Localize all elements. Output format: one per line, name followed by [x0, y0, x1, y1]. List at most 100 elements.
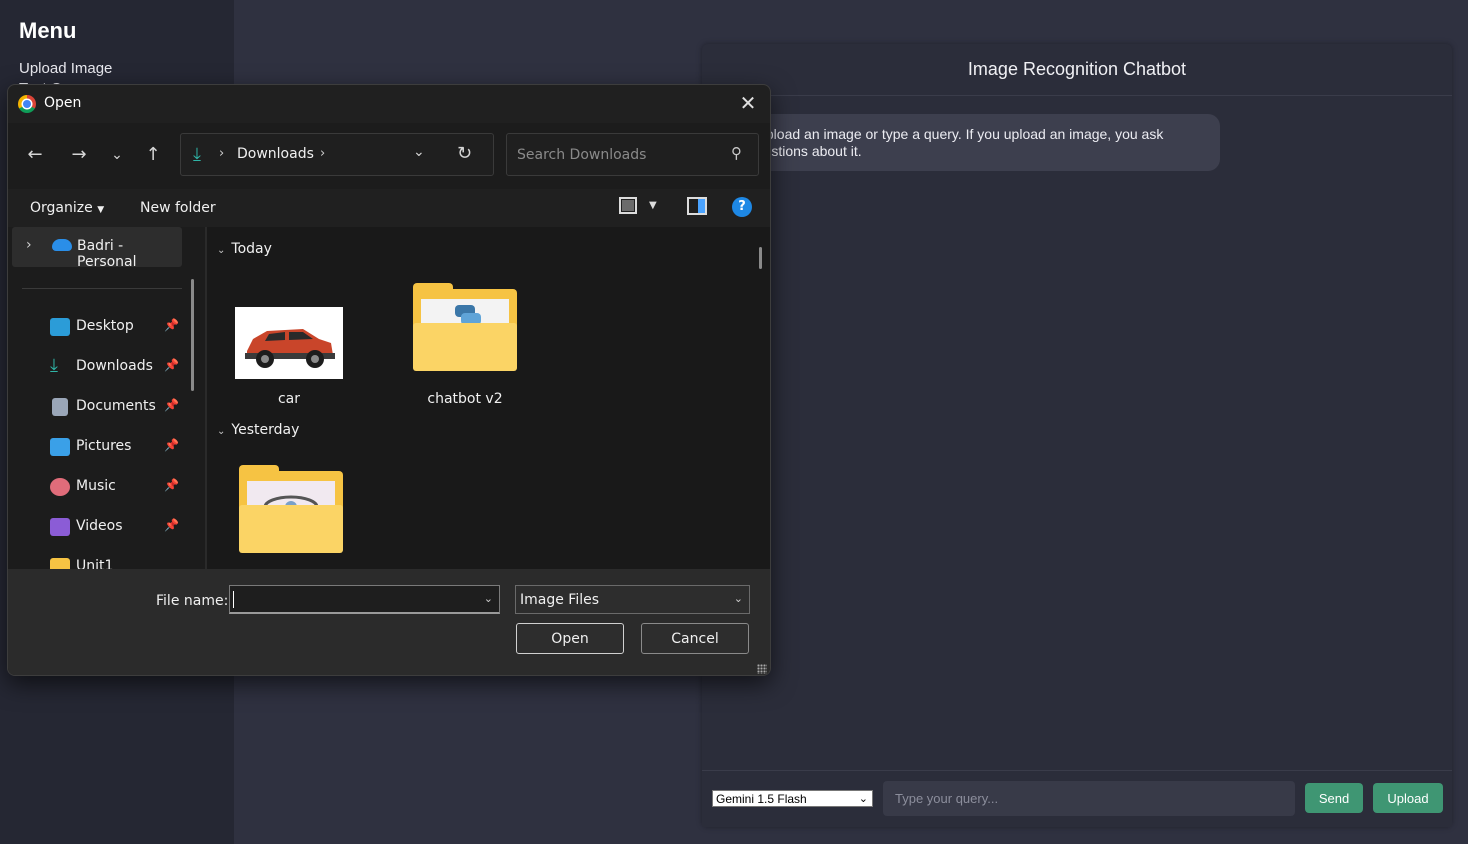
breadcrumb-separator-icon: › [219, 146, 225, 161]
group-today-label: Today [231, 241, 272, 257]
search-placeholder: Search Downloads [517, 147, 647, 163]
file-type-value: Image Files [520, 592, 600, 608]
model-select-value: Gemini 1.5 Flash [716, 791, 807, 806]
car-image [235, 307, 343, 379]
upload-button[interactable]: Upload [1373, 783, 1443, 813]
pin-icon: 📌 [164, 478, 179, 492]
folder-front [239, 505, 343, 553]
dialog-bottom-bar: File name: ⌄ Image Files ⌄ Open Cancel [8, 569, 770, 675]
nav-item-pictures[interactable]: Pictures 📌 [8, 427, 188, 467]
pin-icon: 📌 [164, 518, 179, 532]
cancel-button[interactable]: Cancel [641, 623, 749, 654]
file-type-select[interactable]: Image Files ⌄ [515, 585, 750, 614]
text-caret [233, 591, 234, 608]
pin-icon: 📌 [164, 358, 179, 372]
pin-icon: 📌 [164, 438, 179, 452]
preview-pane-icon[interactable] [687, 197, 707, 215]
open-button[interactable]: Open [516, 623, 624, 654]
nav-item-desktop[interactable]: Desktop 📌 [8, 307, 188, 347]
chevron-down-icon: ⌄ [733, 592, 743, 605]
group-header-today[interactable]: ⌄ Today [217, 241, 272, 257]
recent-locations-chevron-icon[interactable]: ⌄ [105, 143, 129, 167]
breadcrumb-downloads[interactable]: Downloads [237, 146, 314, 162]
chevron-down-icon[interactable]: ⌄ [484, 592, 493, 605]
chat-panel: Image Recognition Chatbot ! Upload an im… [702, 44, 1452, 827]
document-icon [52, 398, 68, 416]
group-header-yesterday[interactable]: ⌄ Yesterday [217, 422, 299, 438]
chevron-down-icon: ⌄ [858, 793, 868, 805]
onedrive-cloud-icon [52, 239, 72, 251]
download-icon: ⤓ [50, 355, 58, 376]
nav-pictures-label: Pictures [76, 438, 132, 454]
sidebar-title: Menu [19, 18, 77, 43]
chevron-down-icon: ⌄ [217, 245, 226, 256]
bot-message: ! Upload an image or type a query. If yo… [732, 114, 1220, 171]
videos-icon [50, 518, 70, 536]
open-file-dialog: Open ✕ ← → ⌄ ↑ ⤓ › Downloads › ⌄ ↻ Searc… [7, 84, 771, 676]
caret-down-icon: ▼ [97, 205, 105, 215]
nav-item-documents[interactable]: Documents 📌 [8, 387, 188, 427]
nav-onedrive-label: Badri - Personal [77, 238, 137, 270]
address-bar-row: ← → ⌄ ↑ ⤓ › Downloads › ⌄ ↻ Search Downl… [8, 123, 770, 189]
nav-downloads-label: Downloads [76, 358, 153, 374]
folder-front [413, 323, 517, 371]
search-icon: ⚲ [731, 144, 742, 162]
organize-label: Organize [30, 200, 93, 216]
address-dropdown-icon[interactable]: ⌄ [413, 144, 425, 160]
breadcrumb-chevron-icon[interactable]: › [320, 146, 325, 161]
download-icon: ⤓ [193, 144, 201, 165]
nav-item-unit1[interactable]: Unit1 [8, 547, 188, 569]
file-list-scrollbar[interactable] [759, 247, 762, 269]
file-name-label: File name: [156, 593, 229, 609]
view-mode-icon[interactable] [619, 197, 637, 214]
music-icon [50, 478, 70, 496]
dialog-title: Open [44, 95, 82, 111]
chat-footer: Gemini 1.5 Flash ⌄ Type your query... Se… [702, 770, 1452, 827]
desktop-icon [50, 318, 70, 336]
pin-icon: 📌 [164, 398, 179, 412]
group-yesterday-label: Yesterday [231, 422, 300, 438]
pin-icon: 📌 [164, 318, 179, 332]
refresh-icon[interactable]: ↻ [457, 143, 472, 164]
nav-item-downloads[interactable]: ⤓ Downloads 📌 [8, 347, 188, 387]
nav-music-label: Music [76, 478, 116, 494]
nav-desktop-label: Desktop [76, 318, 134, 334]
address-bar[interactable]: ⤓ › Downloads › ⌄ ↻ [180, 133, 494, 176]
nav-item-onedrive[interactable]: › Badri - Personal [12, 227, 182, 270]
folder-icon [50, 558, 70, 569]
car-image-thumbnail[interactable] [235, 307, 343, 379]
chrome-icon [18, 95, 36, 113]
new-folder-button[interactable]: New folder [140, 200, 216, 216]
up-arrow-icon[interactable]: ↑ [141, 143, 165, 167]
close-icon[interactable]: ✕ [736, 91, 760, 115]
model-select[interactable]: Gemini 1.5 Flash ⌄ [712, 790, 873, 807]
menu-upload-image[interactable]: Upload Image [19, 60, 215, 78]
navigation-pane: › Badri - Personal Desktop 📌 ⤓ Downloads… [8, 227, 205, 569]
file-list: ⌄ Today car chatbot v2 ⌄ Yesterday [207, 227, 770, 569]
file-name-input[interactable]: ⌄ [229, 585, 500, 614]
nav-scrollbar[interactable] [191, 279, 194, 391]
file-name-chatbot-v2[interactable]: chatbot v2 [413, 391, 517, 407]
pictures-icon [50, 438, 70, 456]
back-arrow-icon[interactable]: ← [23, 143, 47, 167]
query-input[interactable]: Type your query... [883, 781, 1295, 816]
resize-grip-icon[interactable] [757, 664, 767, 674]
dialog-titlebar: Open ✕ [8, 85, 770, 123]
nav-videos-label: Videos [76, 518, 123, 534]
nav-item-videos[interactable]: Videos 📌 [8, 507, 188, 547]
send-button[interactable]: Send [1305, 783, 1363, 813]
nav-divider [22, 288, 182, 289]
command-bar: Organize ▼ New folder ▼ ? [8, 189, 770, 227]
view-mode-dropdown-icon[interactable]: ▼ [649, 200, 657, 211]
nav-documents-label: Documents [76, 398, 156, 414]
forward-arrow-icon[interactable]: → [67, 143, 91, 167]
chat-title: Image Recognition Chatbot [702, 44, 1452, 96]
file-name-car[interactable]: car [235, 391, 343, 407]
chevron-down-icon: ⌄ [217, 426, 226, 437]
search-box[interactable]: Search Downloads ⚲ [506, 133, 759, 176]
organize-button[interactable]: Organize ▼ [30, 200, 104, 216]
nav-unit1-label: Unit1 [76, 558, 114, 569]
help-icon[interactable]: ? [732, 197, 752, 217]
nav-item-music[interactable]: Music 📌 [8, 467, 188, 507]
expand-chevron-icon[interactable]: › [26, 237, 32, 253]
